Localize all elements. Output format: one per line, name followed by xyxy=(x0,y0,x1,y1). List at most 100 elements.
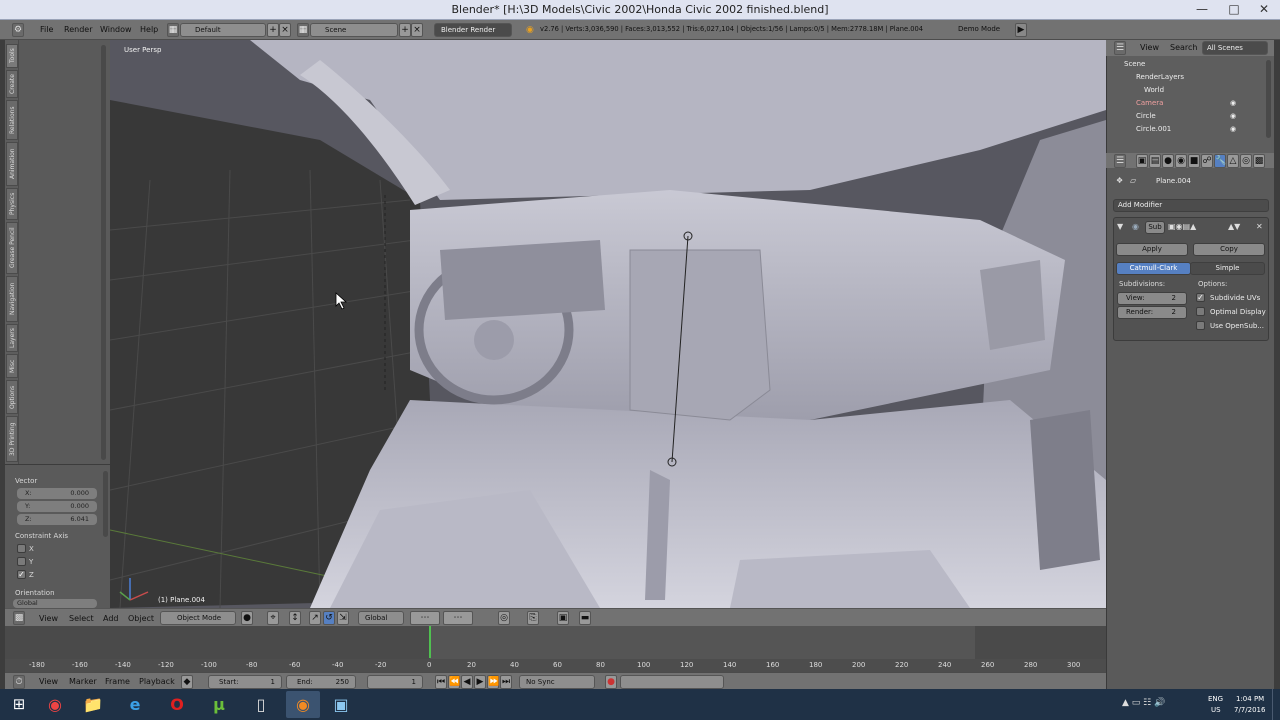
tray-icons[interactable]: ▲ ▭ ☷ 🔊 xyxy=(1122,698,1165,708)
texture-tab-icon[interactable]: ▩ xyxy=(1253,154,1265,168)
scene-field[interactable]: Scene xyxy=(310,23,398,37)
vector-z-field[interactable]: Z: 6.041 xyxy=(17,514,97,525)
scale-icon[interactable]: ⇲ xyxy=(337,611,349,625)
manipulator-icon[interactable]: ↕ xyxy=(289,611,301,625)
world-tab-icon[interactable]: ◉ xyxy=(1175,154,1187,168)
constraint-x-checkbox[interactable] xyxy=(17,544,26,553)
start-button-icon[interactable]: ⊞ xyxy=(2,691,36,718)
visibility-eye-icon[interactable]: ◉ xyxy=(1230,123,1236,136)
add-modifier-select[interactable]: Add Modifier xyxy=(1113,199,1269,212)
apply-button[interactable]: Apply xyxy=(1116,243,1188,256)
copy-button[interactable]: Copy xyxy=(1193,243,1265,256)
data-tab-icon[interactable]: △ xyxy=(1227,154,1239,168)
rotate-icon[interactable]: ↺ xyxy=(323,611,335,625)
layout-field[interactable]: Default xyxy=(180,23,266,37)
outliner-item-camera[interactable]: Camera ◉ xyxy=(1110,97,1268,110)
menu-view-timeline[interactable]: View xyxy=(39,677,58,686)
properties-editor-icon[interactable]: ☰ xyxy=(1114,154,1126,168)
jump-end-icon[interactable]: ⏭ xyxy=(500,675,512,689)
menu-add[interactable]: Add xyxy=(103,614,119,623)
render-engine-select[interactable]: Blender Render xyxy=(434,23,512,37)
end-frame-field[interactable]: End: 250 xyxy=(286,675,356,689)
outliner-scope-select[interactable]: All Scenes xyxy=(1202,41,1268,55)
next-key-icon[interactable]: ⏩ xyxy=(487,675,499,689)
material-tab-icon[interactable]: ◎ xyxy=(1240,154,1252,168)
demo-mode-label[interactable]: Demo Mode xyxy=(958,25,1000,33)
menu-file[interactable]: File xyxy=(40,25,53,34)
show-desktop-button[interactable] xyxy=(1272,689,1280,720)
prev-key-icon[interactable]: ⏪ xyxy=(448,675,460,689)
tab-options[interactable]: Options xyxy=(6,380,18,414)
outliner-item-scene[interactable]: Scene xyxy=(1110,58,1268,71)
view3d-editor-icon[interactable]: ▩ xyxy=(13,611,25,625)
layout-icon[interactable]: ▦ xyxy=(167,23,179,37)
simple-button[interactable]: Simple xyxy=(1190,262,1265,275)
outliner-editor-icon[interactable]: ☰ xyxy=(1114,41,1126,55)
menu-view[interactable]: View xyxy=(39,614,58,623)
camera-icon[interactable]: ▬ xyxy=(579,611,591,625)
layout-add-button[interactable]: + xyxy=(267,23,279,37)
layers-tab-icon[interactable]: ▤ xyxy=(1149,154,1161,168)
region-label[interactable]: US xyxy=(1211,706,1221,714)
app-window-icon[interactable]: ▣ xyxy=(324,691,358,718)
tab-create[interactable]: Create xyxy=(6,70,18,98)
layout-remove-button[interactable]: × xyxy=(279,23,291,37)
file-explorer-icon[interactable]: 📁 xyxy=(76,691,110,718)
tab-navigation[interactable]: Navigation xyxy=(6,276,18,322)
record-icon[interactable]: ● xyxy=(605,675,617,689)
tab-misc[interactable]: Misc xyxy=(6,354,18,378)
clock-time[interactable]: 1:04 PM xyxy=(1236,695,1264,703)
visibility-eye-icon[interactable]: ◉ xyxy=(1230,110,1236,123)
outliner-item-world[interactable]: World xyxy=(1110,84,1268,97)
shading-icon[interactable]: ● xyxy=(241,611,253,625)
menu-select[interactable]: Select xyxy=(69,614,94,623)
outliner-item-circle[interactable]: Circle ◉ xyxy=(1110,110,1268,123)
tab-layers[interactable]: Layers xyxy=(6,324,18,352)
menu-marker[interactable]: Marker xyxy=(69,677,97,686)
viewport-3d[interactable]: User Persp (1) Plane.004 xyxy=(110,40,1106,608)
device-icon[interactable]: ▯ xyxy=(244,691,278,718)
menu-playback[interactable]: Playback xyxy=(139,677,175,686)
scene-add-button[interactable]: + xyxy=(399,23,411,37)
current-frame-field[interactable]: 1 xyxy=(367,675,423,689)
vector-y-field[interactable]: Y: 0.000 xyxy=(17,501,97,512)
jump-start-icon[interactable]: ⏮ xyxy=(435,675,447,689)
utorrent-icon[interactable]: µ xyxy=(202,691,236,718)
translate-icon[interactable]: ↗ xyxy=(309,611,321,625)
object-tab-icon[interactable]: ■ xyxy=(1188,154,1200,168)
tab-animation[interactable]: Animation xyxy=(6,142,18,186)
timeline-editor-icon[interactable]: ⏱ xyxy=(13,675,25,689)
blender-taskbar-icon[interactable]: ◉ xyxy=(286,691,320,718)
clock-date[interactable]: 7/7/2016 xyxy=(1234,706,1265,714)
operator-panel-scrollbar[interactable] xyxy=(103,471,108,537)
delete-modifier-icon[interactable]: ✕ xyxy=(1256,222,1263,231)
tab-grease-pencil[interactable]: Grease Pencil xyxy=(6,222,18,274)
outliner-item-renderlayers[interactable]: RenderLayers xyxy=(1110,71,1268,84)
render-levels-field[interactable]: Render: 2 xyxy=(1117,306,1187,319)
menu-help[interactable]: Help xyxy=(140,25,158,34)
keying-set-field[interactable] xyxy=(620,675,724,689)
layers-grid-1[interactable]: ⋯ xyxy=(410,611,440,625)
expand-arrow-icon[interactable]: ▼ xyxy=(1117,222,1123,231)
play-reverse-icon[interactable]: ◀ xyxy=(461,675,473,689)
layers-grid-2[interactable]: ⋯ xyxy=(443,611,473,625)
transform-orientation-select[interactable]: Global xyxy=(358,611,404,625)
tab-relations[interactable]: Relations xyxy=(6,100,18,140)
toolshelf-scrollbar[interactable] xyxy=(101,45,106,460)
menu-object[interactable]: Object xyxy=(128,614,154,623)
chrome-icon[interactable]: ◉ xyxy=(38,691,72,718)
use-opensubdiv-checkbox[interactable] xyxy=(1196,321,1205,330)
render-tab-icon[interactable]: ▣ xyxy=(1136,154,1148,168)
scene-icon[interactable]: ▦ xyxy=(297,23,309,37)
vector-x-field[interactable]: X: 0.000 xyxy=(17,488,97,499)
sync-select[interactable]: No Sync xyxy=(519,675,595,689)
language-label[interactable]: ENG xyxy=(1208,695,1223,703)
pivot-icon[interactable]: ⌖ xyxy=(267,611,279,625)
optimal-display-checkbox[interactable] xyxy=(1196,307,1205,316)
start-frame-field[interactable]: Start: 1 xyxy=(208,675,282,689)
timeline[interactable]: -180 -160 -140 -120 -100 -80 -60 -40 -20… xyxy=(5,626,1106,672)
internet-explorer-icon[interactable]: e xyxy=(118,691,152,718)
editor-type-icon[interactable]: ⚙ xyxy=(12,23,24,37)
close-button[interactable]: ✕ xyxy=(1248,0,1280,19)
modifier-name-field[interactable]: Sub xyxy=(1145,221,1165,234)
